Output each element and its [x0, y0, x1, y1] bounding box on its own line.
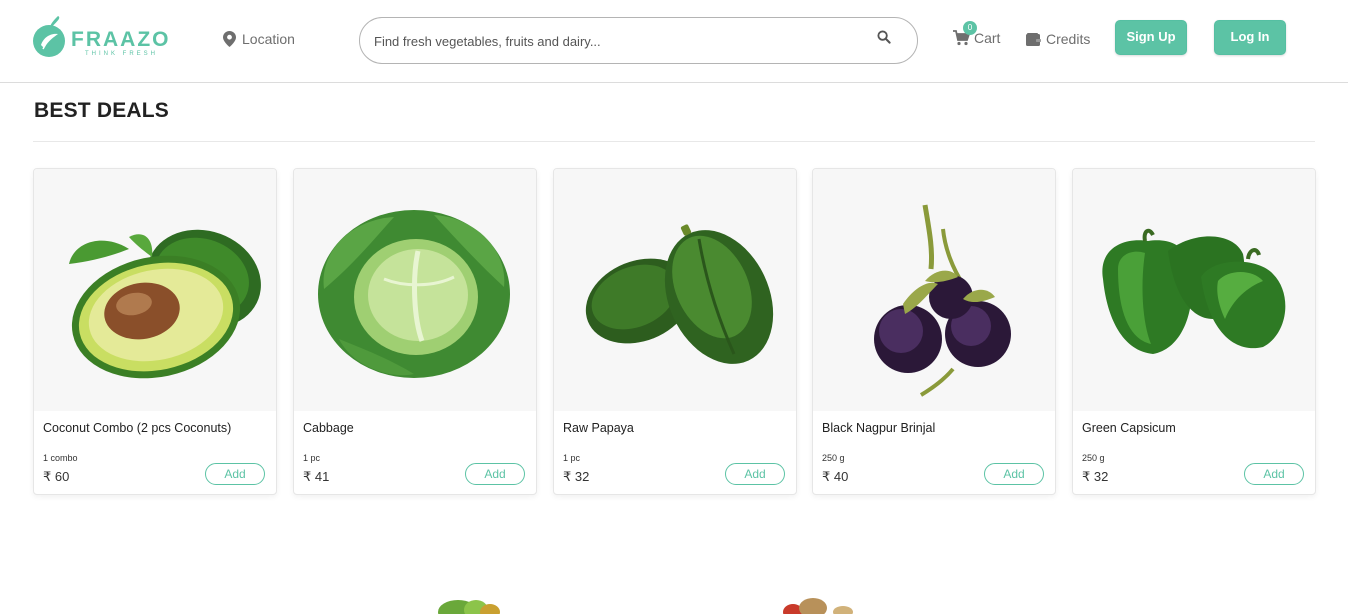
add-to-cart-button[interactable]: Add [725, 463, 785, 485]
top-header: FRAAZO THINK FRESH Location Cart 0 Credi [0, 0, 1348, 83]
papaya-image [585, 224, 774, 364]
search-bar [359, 17, 918, 64]
product-card[interactable]: Raw Papaya 1 pc ₹ 32 Add [553, 168, 797, 495]
product-card[interactable]: Coconut Combo (2 pcs Coconuts) 1 combo ₹… [33, 168, 277, 495]
best-deals-grid: Coconut Combo (2 pcs Coconuts) 1 combo ₹… [33, 168, 1316, 495]
product-image[interactable] [554, 169, 796, 411]
leaf-logo-icon [33, 16, 65, 57]
map-pin-icon [223, 31, 236, 47]
cabbage-image [318, 210, 510, 378]
location-selector[interactable]: Location [223, 31, 295, 47]
add-to-cart-button[interactable]: Add [1244, 463, 1304, 485]
add-to-cart-button[interactable]: Add [984, 463, 1044, 485]
add-to-cart-button[interactable]: Add [465, 463, 525, 485]
avocado-image [69, 229, 261, 379]
product-name[interactable]: Raw Papaya [563, 421, 634, 435]
product-name[interactable]: Green Capsicum [1082, 421, 1176, 435]
product-card[interactable]: Black Nagpur Brinjal 250 g ₹ 40 Add [812, 168, 1056, 495]
logo-tagline: THINK FRESH [85, 51, 159, 57]
cart-link[interactable]: Cart [953, 30, 1000, 46]
search-input[interactable] [374, 30, 854, 52]
product-image[interactable] [294, 169, 536, 411]
product-name[interactable]: Cabbage [303, 421, 354, 435]
product-price: ₹ 40 [822, 469, 849, 484]
product-price: ₹ 60 [43, 469, 70, 484]
credits-label: Credits [1046, 31, 1091, 47]
product-quantity: 250 g [822, 453, 845, 463]
product-quantity: 250 g [1082, 453, 1105, 463]
sign-up-button[interactable]: Sign Up [1115, 20, 1187, 55]
wallet-icon [1026, 32, 1041, 46]
product-price: ₹ 41 [303, 469, 330, 484]
vegetable-basket-image [438, 600, 500, 614]
product-quantity: 1 combo [43, 453, 78, 463]
add-to-cart-button[interactable]: Add [205, 463, 265, 485]
log-in-button[interactable]: Log In [1214, 20, 1286, 55]
search-icon[interactable] [877, 30, 891, 44]
product-price: ₹ 32 [1082, 469, 1109, 484]
cart-count-badge: 0 [963, 21, 977, 35]
product-quantity: 1 pc [563, 453, 581, 463]
brinjal-image [874, 204, 1011, 397]
product-name[interactable]: Coconut Combo (2 pcs Coconuts) [43, 421, 231, 435]
section-title: BEST DEALS [34, 99, 170, 122]
capsicum-image [1102, 228, 1286, 354]
product-card[interactable]: Green Capsicum 250 g ₹ 32 Add [1072, 168, 1316, 495]
fraazo-logo[interactable]: FRAAZO THINK FRESH [32, 16, 172, 62]
product-name[interactable]: Black Nagpur Brinjal [822, 421, 935, 435]
cart-label: Cart [974, 30, 1001, 46]
product-quantity: 1 pc [303, 453, 321, 463]
section-divider [33, 141, 1315, 142]
fruit-basket-image [783, 598, 853, 614]
logo-wordmark: FRAAZO [71, 28, 171, 51]
product-image[interactable] [1073, 169, 1315, 411]
product-price: ₹ 32 [563, 469, 590, 484]
product-image[interactable] [813, 169, 1055, 411]
product-card[interactable]: Cabbage 1 pc ₹ 41 Add [293, 168, 537, 495]
product-image[interactable] [34, 169, 276, 411]
location-label: Location [242, 31, 295, 47]
credits-link[interactable]: Credits [1026, 31, 1090, 47]
